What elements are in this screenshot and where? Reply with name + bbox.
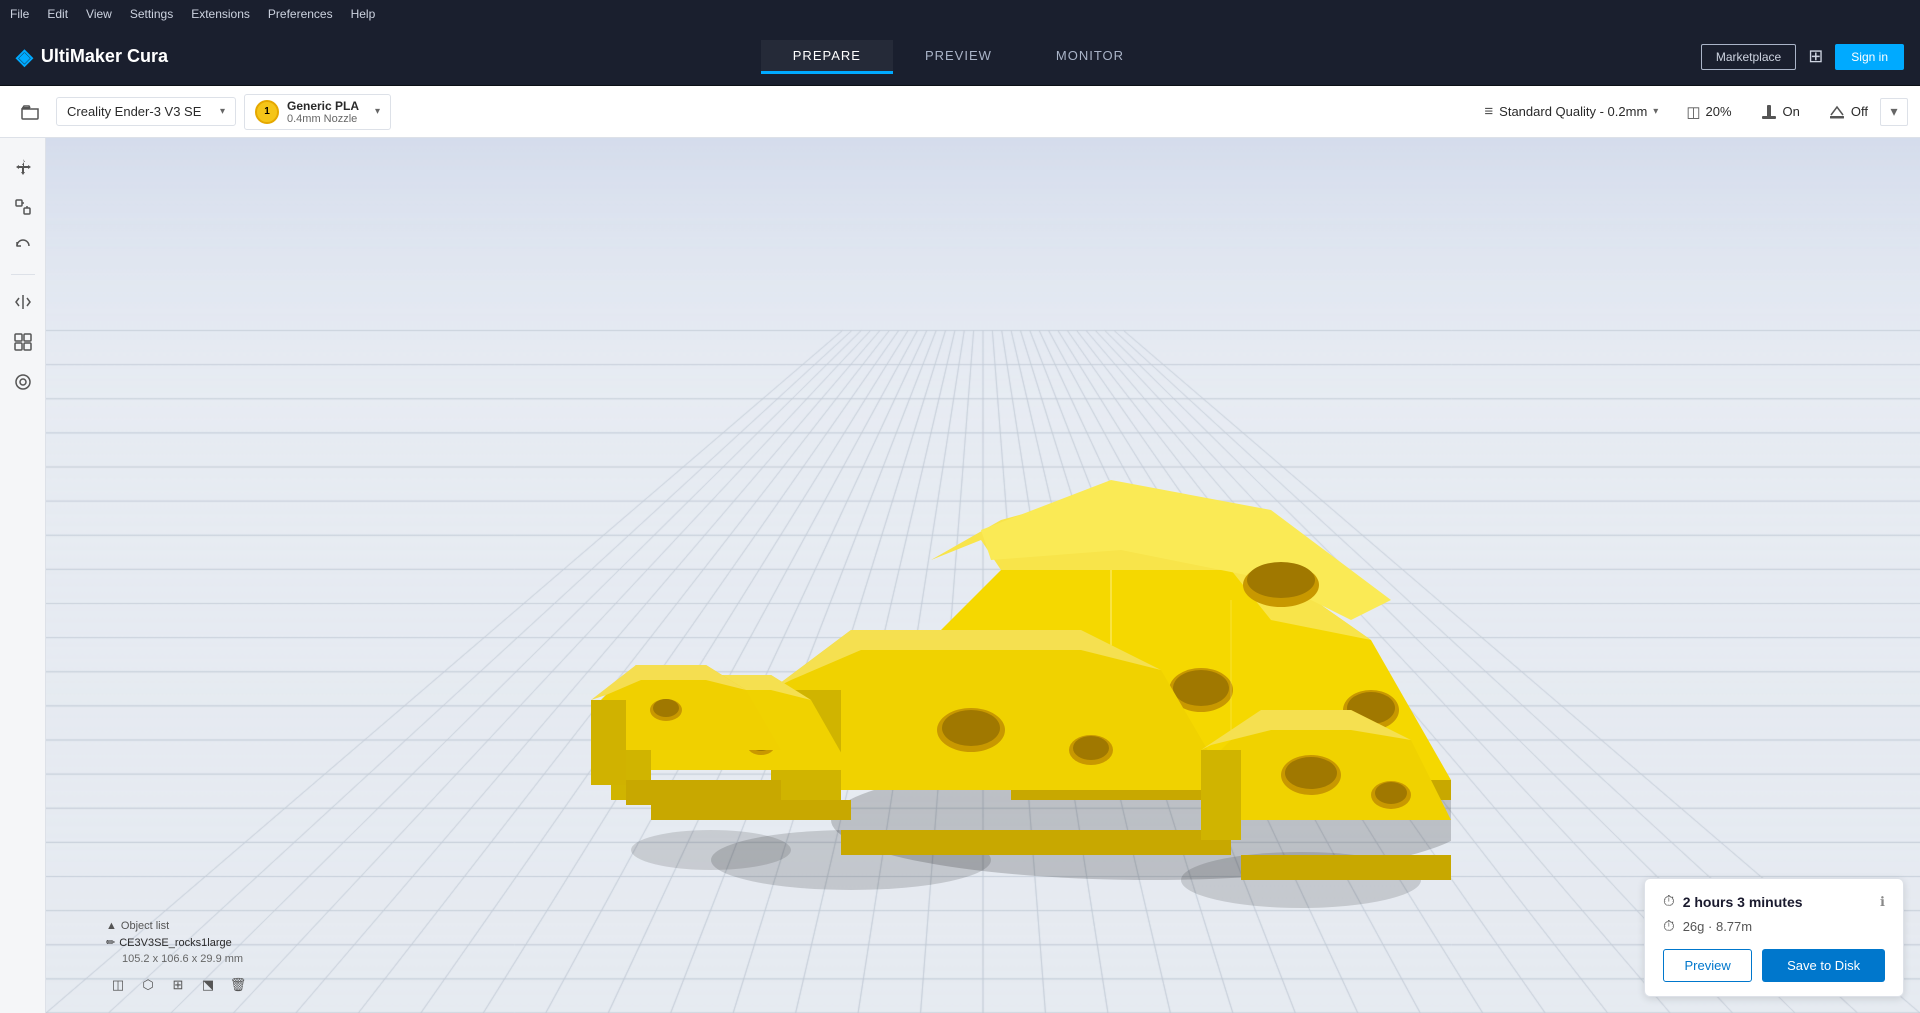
print-material-label: 26g · 8.77m bbox=[1683, 919, 1752, 934]
print-time-info-icon[interactable]: ℹ bbox=[1880, 894, 1885, 910]
br-hole-2-inner bbox=[1375, 782, 1407, 804]
material-badge: 1 bbox=[255, 100, 279, 124]
printer-name: Creality Ender-3 V3 SE bbox=[67, 104, 201, 119]
obj-action-4[interactable]: ⬔ bbox=[196, 973, 220, 997]
model-area bbox=[551, 240, 1451, 940]
material-name: Generic PLA bbox=[287, 99, 359, 113]
infill-icon: ◫ bbox=[1686, 103, 1700, 121]
toolbar: Creality Ender-3 V3 SE ▾ 1 Generic PLA 0… bbox=[0, 86, 1920, 138]
preview-button[interactable]: Preview bbox=[1663, 949, 1752, 982]
header: ◈ UltiMaker Cura PREPARE PREVIEW MONITOR… bbox=[0, 28, 1920, 86]
material-sub: 0.4mm Nozzle bbox=[287, 113, 359, 125]
adhesion-label: Off bbox=[1851, 104, 1868, 119]
filament-icon: ⏱ bbox=[1663, 918, 1675, 935]
obj-action-3[interactable]: ⊞ bbox=[166, 973, 190, 997]
bottom-info: ▲ Object list ✏ CE3V3SE_rocks1large 105.… bbox=[106, 920, 250, 997]
mirror-tool[interactable] bbox=[6, 285, 40, 319]
infill-value: 20% bbox=[1706, 104, 1732, 119]
quality-chevron-icon: ▾ bbox=[1653, 106, 1658, 117]
adhesion-icon bbox=[1828, 103, 1846, 121]
undo-tool[interactable] bbox=[6, 230, 40, 264]
support-icon bbox=[1760, 103, 1778, 121]
material-info: Generic PLA 0.4mm Nozzle bbox=[287, 99, 359, 125]
tab-prepare[interactable]: PREPARE bbox=[761, 40, 893, 74]
tiny-cheese-left bbox=[591, 700, 626, 785]
print-material-row: ⏱ 26g · 8.77m bbox=[1663, 918, 1885, 935]
br-cheese-bottom bbox=[1241, 855, 1451, 880]
object-actions: ◫ ⬡ ⊞ ⬔ 🗑 bbox=[106, 973, 250, 997]
adhesion-section: Off bbox=[1828, 103, 1868, 121]
print-info-panel: ⏱ 2 hours 3 minutes ℹ ⏱ 26g · 8.77m Prev… bbox=[1644, 878, 1904, 997]
quality-icon: ≡ bbox=[1484, 103, 1493, 120]
print-time-row: ⏱ 2 hours 3 minutes ℹ bbox=[1663, 893, 1885, 910]
menu-preferences[interactable]: Preferences bbox=[268, 7, 333, 21]
main-area: ▲ Object list ✏ CE3V3SE_rocks1large 105.… bbox=[0, 138, 1920, 1013]
tab-preview[interactable]: PREVIEW bbox=[893, 40, 1024, 74]
tiny-hole-1-inner bbox=[653, 699, 679, 717]
logo: ◈ UltiMaker Cura bbox=[16, 44, 216, 70]
print-time-label: 2 hours 3 minutes bbox=[1683, 894, 1872, 910]
quality-label: Standard Quality - 0.2mm bbox=[1499, 104, 1647, 119]
app-title: UltiMaker Cura bbox=[41, 46, 168, 67]
object-name-label: ✏ CE3V3SE_rocks1large bbox=[106, 936, 250, 949]
med-cheese-bottom bbox=[841, 830, 1231, 855]
med-cheese-hole-1-inner bbox=[942, 710, 1000, 746]
obj-action-5[interactable]: 🗑 bbox=[226, 973, 250, 997]
scale-tool[interactable] bbox=[6, 190, 40, 224]
clock-icon: ⏱ bbox=[1663, 893, 1675, 910]
cheese-hole-front-1-inner bbox=[1173, 670, 1229, 706]
support-label: On bbox=[1783, 104, 1800, 119]
settings-expand-button[interactable]: ▾ bbox=[1880, 98, 1908, 126]
menu-file[interactable]: File bbox=[10, 7, 29, 21]
arrange-tool[interactable] bbox=[6, 325, 40, 359]
object-dimensions: 105.2 x 106.6 x 29.9 mm bbox=[122, 953, 250, 965]
viewport[interactable]: ▲ Object list ✏ CE3V3SE_rocks1large 105.… bbox=[46, 138, 1920, 1013]
support-section: On bbox=[1760, 103, 1800, 121]
toolbar-separator-1 bbox=[11, 274, 35, 275]
menu-extensions[interactable]: Extensions bbox=[191, 7, 250, 21]
signin-button[interactable]: Sign in bbox=[1835, 44, 1904, 70]
logo-icon: ◈ bbox=[16, 44, 33, 70]
obj-action-1[interactable]: ◫ bbox=[106, 973, 130, 997]
menu-view[interactable]: View bbox=[86, 7, 112, 21]
menu-edit[interactable]: Edit bbox=[47, 7, 68, 21]
menu-settings[interactable]: Settings bbox=[130, 7, 173, 21]
apps-grid-icon[interactable]: ⊞ bbox=[1808, 46, 1823, 67]
med-cheese-hole-2-inner bbox=[1073, 736, 1109, 760]
open-file-button[interactable] bbox=[12, 94, 48, 130]
marketplace-button[interactable]: Marketplace bbox=[1701, 44, 1796, 70]
menu-bar: File Edit View Settings Extensions Prefe… bbox=[0, 0, 1920, 28]
object-list-label[interactable]: ▲ Object list bbox=[106, 920, 250, 932]
header-right: Marketplace ⊞ Sign in bbox=[1701, 44, 1904, 70]
small-shadow bbox=[631, 830, 791, 870]
tiny-cheese-bottom bbox=[626, 780, 781, 805]
cheese-hole-top-inner bbox=[1247, 562, 1315, 598]
left-toolbar bbox=[0, 138, 46, 1013]
support-tool[interactable] bbox=[6, 365, 40, 399]
infill-section: ◫ 20% bbox=[1686, 103, 1731, 121]
move-tool[interactable] bbox=[6, 150, 40, 184]
save-to-disk-button[interactable]: Save to Disk bbox=[1762, 949, 1885, 982]
menu-help[interactable]: Help bbox=[351, 7, 376, 21]
printer-chevron-icon: ▾ bbox=[220, 106, 225, 117]
nav-tabs: PREPARE PREVIEW MONITOR bbox=[216, 40, 1701, 74]
quality-selector[interactable]: ≡ Standard Quality - 0.2mm ▾ bbox=[1484, 103, 1658, 120]
material-chevron-icon: ▾ bbox=[375, 106, 380, 117]
material-selector[interactable]: 1 Generic PLA 0.4mm Nozzle ▾ bbox=[244, 94, 391, 130]
printer-selector[interactable]: Creality Ender-3 V3 SE ▾ bbox=[56, 97, 236, 126]
br-hole-1-inner bbox=[1285, 757, 1337, 789]
br-cheese-left bbox=[1201, 750, 1241, 840]
obj-action-2[interactable]: ⬡ bbox=[136, 973, 160, 997]
tab-monitor[interactable]: MONITOR bbox=[1024, 40, 1156, 74]
print-actions: Preview Save to Disk bbox=[1663, 949, 1885, 982]
